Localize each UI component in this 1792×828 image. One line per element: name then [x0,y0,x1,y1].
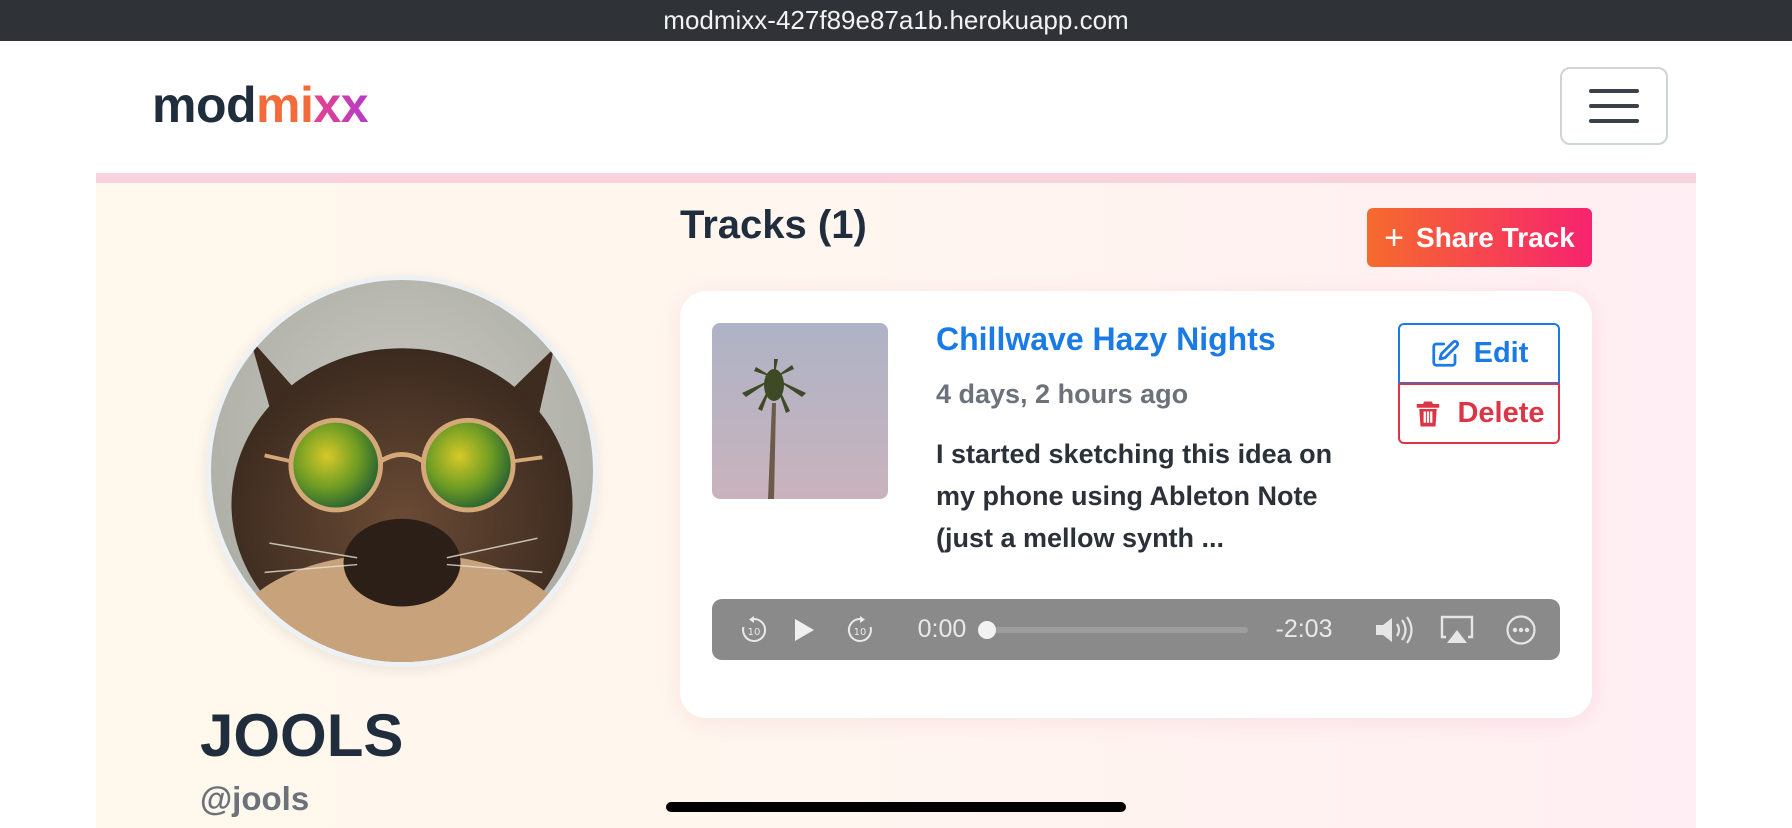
navbar: modmixx [96,41,1696,173]
progress-scrubber[interactable] [978,621,996,639]
edit-icon [1431,339,1459,367]
airplay-icon [1440,615,1474,643]
current-time: 0:00 [917,615,967,643]
volume-icon [1376,615,1413,644]
track-title-link[interactable]: Chillwave Hazy Nights [936,321,1276,357]
svg-text:10: 10 [854,627,867,638]
delete-label: Delete [1457,397,1545,429]
skip-forward-10-button[interactable]: 10 [840,599,880,660]
remaining-time: -2:03 [1275,615,1333,643]
palm-tree-image [712,323,888,499]
track-actions: Edit Delete [1398,323,1560,445]
url-text: modmixx-427f89e87a1b.herokuapp.com [663,5,1129,35]
audio-player: 10 10 0:00 -2:03 [712,599,1560,660]
play-button[interactable] [784,599,824,660]
play-icon [795,618,814,641]
browser-url-bar[interactable]: modmixx-427f89e87a1b.herokuapp.com [0,0,1792,41]
skip-back-10-button[interactable]: 10 [734,599,774,660]
delete-track-button[interactable]: Delete [1398,383,1560,444]
logo-text-xx: xx [313,77,369,133]
volume-button[interactable] [1370,599,1420,660]
hamburger-menu-button[interactable] [1560,67,1668,145]
profile-main: JOOLS @jools Tracks (1) + Share Track Ch… [96,173,1696,828]
cat-sunglasses-image [211,280,593,662]
profile-avatar [206,275,598,667]
track-posted-time: 4 days, 2 hours ago [936,379,1189,409]
plus-icon: + [1384,218,1405,257]
logo-text-mod: mod [152,77,257,133]
edit-track-button[interactable]: Edit [1398,323,1560,384]
hamburger-menu-icon-line [1589,104,1639,108]
share-track-label: Share Track [1416,221,1575,253]
edit-label: Edit [1473,337,1529,369]
profile-username: @jools [200,780,310,817]
track-description: I started sketching this idea on my phon… [936,439,1333,553]
track-card: Chillwave Hazy Nights 4 days, 2 hours ag… [680,291,1592,718]
profile-display-name: JOOLS [200,702,404,769]
track-cover-image[interactable] [712,323,888,499]
trash-icon [1417,401,1440,426]
logo-text-mi: mi [256,77,314,133]
hamburger-menu-icon-line [1589,119,1639,123]
airplay-button[interactable] [1434,599,1480,660]
more-options-button[interactable] [1498,599,1544,660]
svg-text:10: 10 [748,627,761,638]
more-options-icon [1506,614,1536,645]
skip-back-10-icon: 10 [742,615,767,642]
home-indicator [666,802,1126,812]
share-track-button[interactable]: + Share Track [1367,208,1592,267]
tracks-heading: Tracks (1) [680,203,867,247]
brand-logo[interactable]: modmixx [152,77,369,133]
progress-bar[interactable] [984,627,1248,633]
hamburger-menu-icon [1589,89,1639,93]
skip-forward-10-icon: 10 [847,615,872,642]
